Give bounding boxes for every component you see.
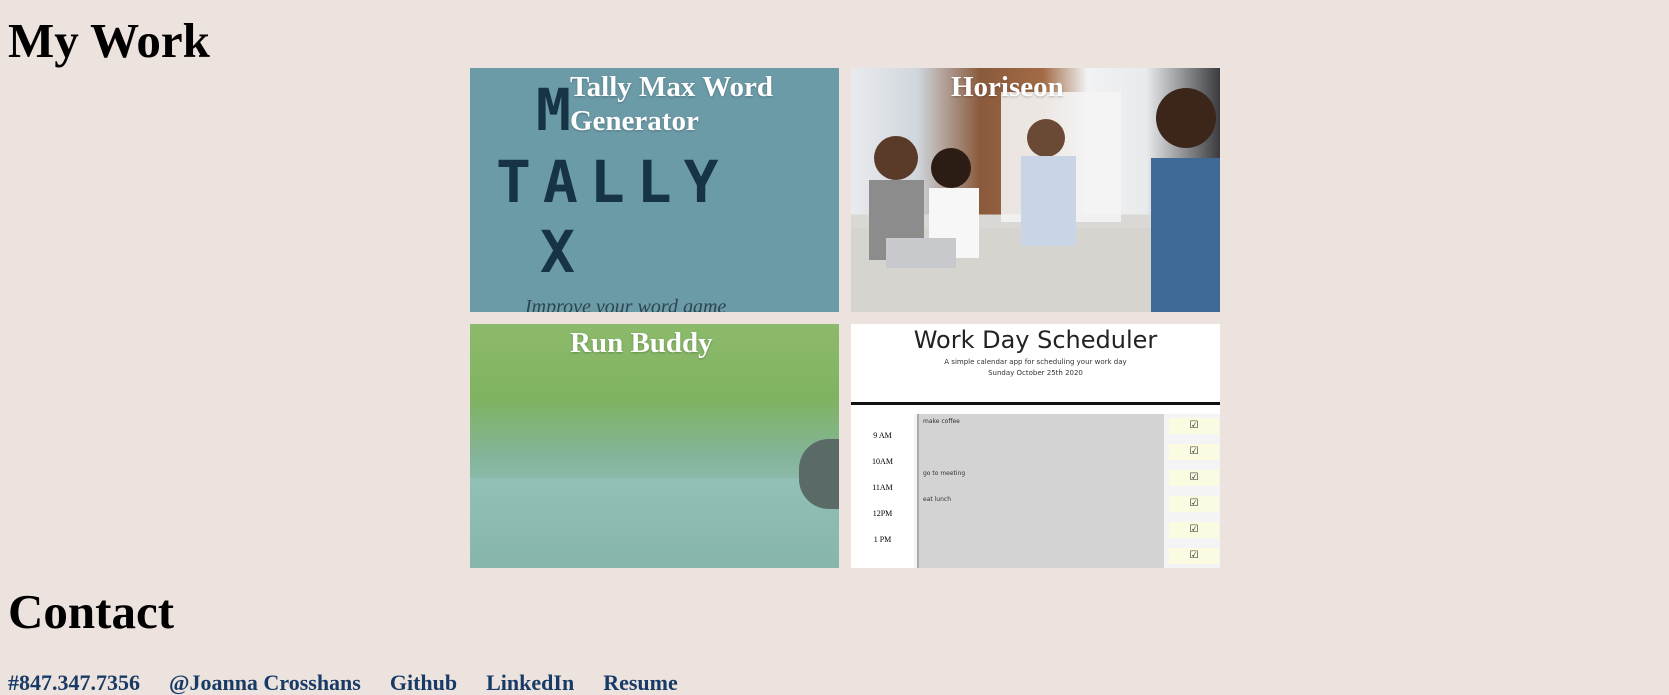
- project-grid: M TALLY X Improve your word game Tally M…: [470, 68, 1221, 568]
- tally-logo-x: X: [540, 218, 575, 286]
- horiseon-team-photo: [851, 68, 1220, 312]
- scheduler-date: Sunday October 25th 2020: [988, 369, 1083, 377]
- save-icon: ☑: [1169, 444, 1219, 460]
- scheduler-hour: 9 AM: [851, 414, 914, 441]
- contact-links: #847.347.7356 @Joanna Crosshans Github L…: [8, 672, 703, 695]
- project-card-run-buddy[interactable]: Run Buddy: [470, 324, 839, 568]
- save-icon: ☑: [1169, 418, 1219, 434]
- save-icon: ☑: [1169, 548, 1219, 564]
- scheduler-rows: 9 AM make coffee ☑ 10AM ☑ 11AM go to mee…: [851, 414, 1220, 568]
- run-buddy-thumbnail: [470, 324, 839, 568]
- scheduler-heading: Work Day Scheduler: [913, 326, 1158, 354]
- scheduler-hour: 11AM: [851, 466, 914, 493]
- scheduler-event: [917, 544, 1164, 568]
- scheduler-thumbnail: Work Day Scheduler A simple calendar app…: [851, 324, 1220, 568]
- project-title-tally-max[interactable]: Tally Max Word Generator: [570, 70, 810, 138]
- save-icon: ☑: [1169, 496, 1219, 512]
- save-icon: ☑: [1169, 470, 1219, 486]
- scheduler-event: [917, 518, 1164, 544]
- scheduler-row: 10AM ☑: [851, 440, 1220, 467]
- scheduler-row: 11AM go to meeting ☑: [851, 466, 1220, 493]
- scheduler-event: eat lunch: [917, 492, 1164, 518]
- tally-logo-word: TALLY: [496, 148, 731, 216]
- contact-heading: Contact: [8, 584, 175, 639]
- scheduler-row: 1 PM ☑: [851, 518, 1220, 545]
- scheduler-subtitle: A simple calendar app for scheduling you…: [944, 358, 1127, 366]
- scheduler-hour: 10AM: [851, 440, 914, 467]
- scheduler-hour: 1 PM: [851, 518, 914, 545]
- linkedin-link[interactable]: LinkedIn: [486, 670, 574, 695]
- scheduler-event: make coffee: [917, 414, 1164, 440]
- email-link[interactable]: @Joanna Crosshans: [169, 670, 361, 695]
- project-card-work-day-scheduler[interactable]: Work Day Scheduler A simple calendar app…: [851, 324, 1220, 568]
- scheduler-hour: 12PM: [851, 492, 914, 519]
- save-icon: ☑: [1169, 522, 1219, 538]
- tally-tagline: Improve your word game: [525, 296, 727, 312]
- scheduler-event: [917, 440, 1164, 466]
- tally-logo-m: M: [536, 76, 571, 144]
- road-image: [470, 478, 839, 568]
- scheduler-row: 12PM eat lunch ☑: [851, 492, 1220, 519]
- team-meeting-illustration: [851, 88, 1220, 312]
- github-link[interactable]: Github: [390, 670, 457, 695]
- project-card-horiseon[interactable]: Horiseon: [851, 68, 1220, 312]
- project-title-run-buddy[interactable]: Run Buddy: [570, 326, 810, 360]
- my-work-heading: My Work: [8, 13, 210, 68]
- scheduler-divider: [851, 402, 1220, 405]
- phone-link[interactable]: #847.347.7356: [8, 670, 140, 695]
- scheduler-hour: [851, 544, 914, 568]
- scheduler-row: ☑: [851, 544, 1220, 568]
- project-title-horiseon[interactable]: Horiseon: [951, 70, 1191, 104]
- resume-link[interactable]: Resume: [603, 670, 678, 695]
- scheduler-row: 9 AM make coffee ☑: [851, 414, 1220, 441]
- scheduler-event: go to meeting: [917, 466, 1164, 492]
- project-card-tally-max[interactable]: M TALLY X Improve your word game Tally M…: [470, 68, 839, 312]
